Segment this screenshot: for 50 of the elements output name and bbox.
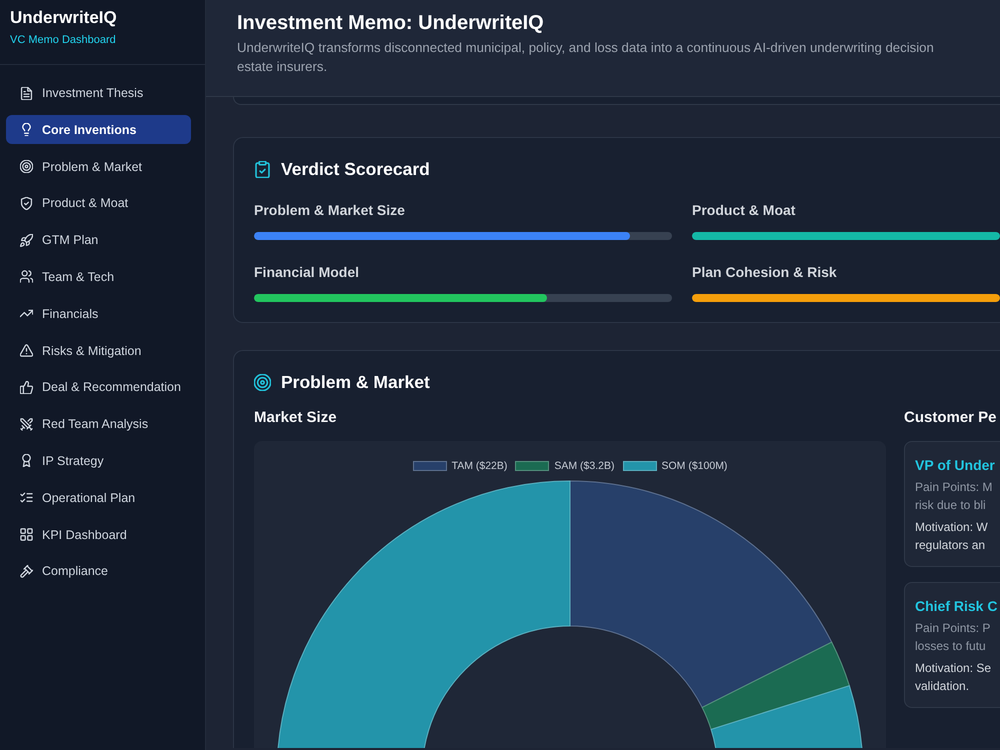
motivation-text: Motivation: W regulators an — [915, 519, 989, 554]
crossed-swords-icon — [20, 418, 33, 431]
nav-item[interactable]: Financials — [6, 299, 191, 328]
score-label: Problem & Market Size — [254, 201, 406, 220]
thumbs-up-icon — [20, 380, 33, 394]
nav-item[interactable]: Deal & Recommendation — [6, 372, 191, 402]
gavel-icon — [20, 564, 33, 578]
target-icon — [20, 160, 33, 174]
legend-label: SAM ($3.2B) — [554, 460, 614, 472]
nav-item[interactable]: Operational Plan — [6, 483, 191, 512]
nav-item[interactable]: Team & Tech — [6, 262, 191, 292]
clipboard-check-icon — [254, 160, 271, 178]
persona-title: Chief Risk C — [915, 597, 998, 616]
nav-item[interactable]: GTM Plan — [6, 226, 191, 255]
pain-points-text: Pain Points: M risk due to bli — [915, 479, 994, 514]
target-icon — [254, 374, 271, 390]
nav-item[interactable]: Investment Thesis — [6, 78, 191, 108]
legend-label: SOM ($100M) — [662, 460, 728, 472]
nav-item[interactable]: IP Strategy — [6, 446, 191, 476]
score-label: Product & Moat — [692, 201, 796, 220]
nav-item[interactable]: Core Inventions — [6, 115, 191, 144]
motivation-text: Motivation: Se validation. — [915, 660, 992, 695]
section-title: Verdict Scorecard — [281, 158, 430, 180]
app-logo-text: UnderwriteIQ — [10, 7, 118, 29]
nav-item[interactable]: Red Team Analysis — [6, 410, 191, 439]
warning-icon — [20, 344, 33, 358]
score-label: Financial Model — [254, 263, 360, 282]
people-icon — [20, 270, 33, 284]
app-subtitle: VC Memo Dashboard — [10, 33, 117, 47]
nav-item[interactable]: Risks & Mitigation — [6, 336, 191, 366]
subsection-title: Customer Pe — [904, 408, 998, 428]
page-title: Investment Memo: UnderwriteIQ — [237, 11, 545, 36]
persona-title: VP of Under — [915, 456, 996, 475]
nav-item[interactable]: KPI Dashboard — [6, 520, 191, 550]
score-label: Plan Cohesion & Risk — [692, 263, 838, 282]
nav-item[interactable]: Problem & Market — [6, 152, 191, 182]
ribbon-badge-icon — [20, 454, 33, 468]
pain-points-text: Pain Points: P losses to futu — [915, 620, 992, 655]
nav-item[interactable]: Product & Moat — [6, 188, 191, 218]
subsection-title: Market Size — [254, 408, 338, 428]
checklist-icon — [20, 491, 33, 504]
page-description: UnderwriteIQ transforms disconnected municipal, policy, and loss data into a continuous AI-driven underwriting decision estate insurers. — [237, 39, 935, 76]
document-icon — [20, 86, 33, 100]
legend-label: TAM ($22B) — [452, 460, 508, 472]
shield-check-icon — [20, 196, 33, 210]
section-title: Problem & Market — [281, 372, 430, 392]
grid-icon — [20, 528, 33, 542]
rocket-icon — [20, 234, 33, 247]
lightbulb-icon — [20, 123, 33, 136]
nav-item[interactable]: Compliance — [6, 556, 191, 586]
